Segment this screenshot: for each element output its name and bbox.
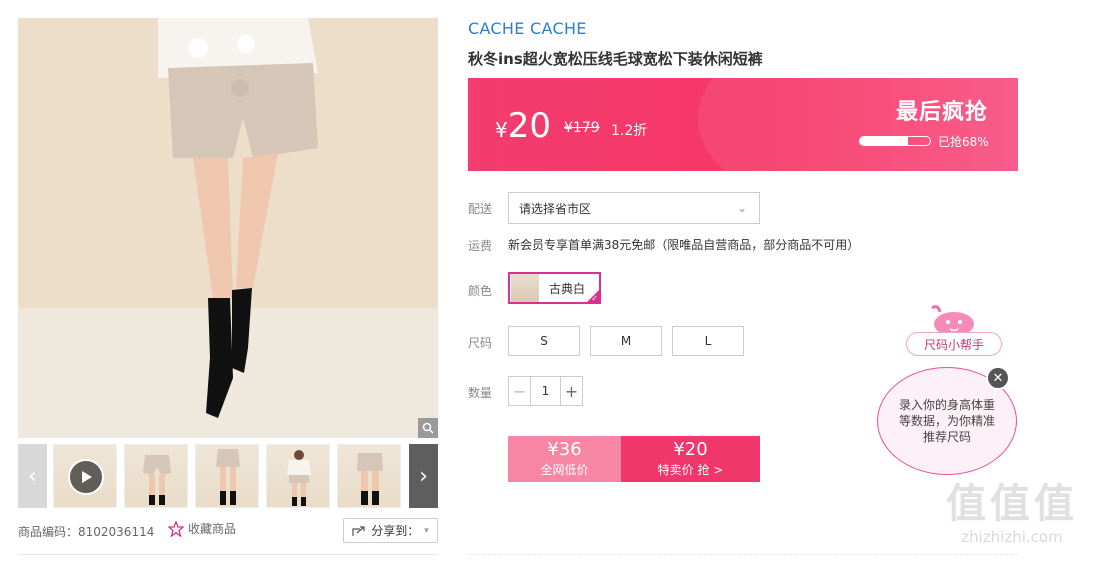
color-label: 颜色 — [468, 284, 493, 298]
shipping-label: 运费 — [468, 239, 493, 253]
promo-title: 最后疯抢 — [895, 100, 988, 125]
zoom-icon[interactable] — [418, 418, 438, 438]
price-value: 20 — [507, 106, 551, 146]
thumbnail-5[interactable] — [337, 444, 401, 508]
share-icon — [352, 525, 365, 536]
quantity-decrease-button[interactable]: − — [509, 377, 531, 405]
main-product-image[interactable] — [18, 18, 438, 438]
market-price-label: 全网低价 — [540, 463, 589, 477]
color-thumbnail — [511, 274, 539, 302]
original-price: ¥179 — [564, 120, 600, 136]
quantity-label: 数量 — [468, 386, 493, 400]
quantity-increase-button[interactable]: + — [560, 377, 582, 405]
size-option-m[interactable]: M — [590, 326, 662, 356]
current-price: ¥ 20 — [495, 106, 551, 146]
check-icon: ✓ — [591, 294, 598, 303]
color-name: 古典白 — [549, 281, 586, 296]
thumbnail-4[interactable] — [266, 444, 330, 508]
star-icon — [168, 520, 184, 537]
shipping-info: 新会员专享首单满38元免邮（限唯品自营商品，部分商品不可用） — [508, 238, 860, 252]
product-photo — [18, 18, 438, 438]
sold-progress-bar — [859, 136, 931, 146]
thumbnail-2[interactable] — [124, 444, 188, 508]
share-label: 分享到： — [371, 524, 420, 538]
region-select[interactable]: 请选择省市区 ⌄ — [508, 192, 760, 224]
watermark: 值值值 zhizhizhi.com — [942, 480, 1082, 546]
size-option-s[interactable]: S — [508, 326, 580, 356]
thumbnail-next-button[interactable]: › — [409, 444, 438, 508]
currency-symbol: ¥ — [495, 118, 508, 142]
region-select-value: 请选择省市区 — [519, 201, 592, 216]
size-label: 尺码 — [468, 336, 493, 350]
size-helper-text: 录入你的身高体重等数据，为你精准推荐尺码 — [898, 398, 995, 444]
color-option-selected[interactable]: 古典白 ✓ — [508, 272, 601, 304]
sold-percentage: 已抢68% — [938, 135, 989, 149]
delivery-label: 配送 — [468, 202, 493, 216]
discount-rate: 1.2折 — [611, 123, 648, 139]
play-icon[interactable] — [68, 459, 104, 495]
size-helper-button[interactable]: 尺码小帮手 — [906, 332, 1002, 356]
favorite-button[interactable]: 收藏商品 — [168, 520, 236, 537]
divider — [468, 554, 1018, 555]
divider — [18, 554, 438, 555]
mascot-icon[interactable] — [928, 302, 976, 336]
brand-link[interactable]: CACHE CACHE — [468, 19, 587, 38]
share-button[interactable]: 分享到： ▾ — [343, 518, 438, 543]
thumbnail-prev-button[interactable]: ‹ — [18, 444, 47, 508]
size-option-l[interactable]: L — [672, 326, 744, 356]
thumbnail-3[interactable] — [195, 444, 259, 508]
watermark-logo: 值值值 — [946, 481, 1078, 527]
close-icon[interactable]: ✕ — [986, 366, 1010, 390]
product-meta-row: 商品编码：8102036114 收藏商品 分享到： ▾ — [18, 518, 438, 546]
chevron-down-icon: ⌄ — [736, 201, 747, 215]
quantity-value[interactable]: 1 — [531, 377, 560, 405]
thumbnail-strip: ‹ › — [18, 444, 438, 508]
price-banner: ¥ 20 ¥179 1.2折 最后疯抢 已抢68% — [468, 78, 1018, 171]
caret-down-icon: ▾ — [424, 525, 429, 536]
favorite-label: 收藏商品 — [188, 522, 237, 536]
market-price-button[interactable]: ¥36 全网低价 — [508, 436, 621, 482]
buy-now-button[interactable]: ¥20 特卖价 抢 > — [621, 436, 760, 482]
thumbnail-video[interactable] — [53, 444, 117, 508]
watermark-url: zhizhizhi.com — [961, 528, 1063, 546]
quantity-stepper: − 1 + — [508, 376, 583, 406]
special-price-label: 特卖价 抢 > — [657, 463, 724, 477]
product-title: 秋冬ins超火宽松压线毛球宽松下装休闲短裤 — [468, 50, 763, 68]
special-price: ¥20 — [673, 439, 708, 460]
market-price: ¥36 — [547, 439, 582, 460]
sku-code: 商品编码：8102036114 — [18, 525, 155, 539]
sold-progress-fill — [860, 137, 908, 145]
